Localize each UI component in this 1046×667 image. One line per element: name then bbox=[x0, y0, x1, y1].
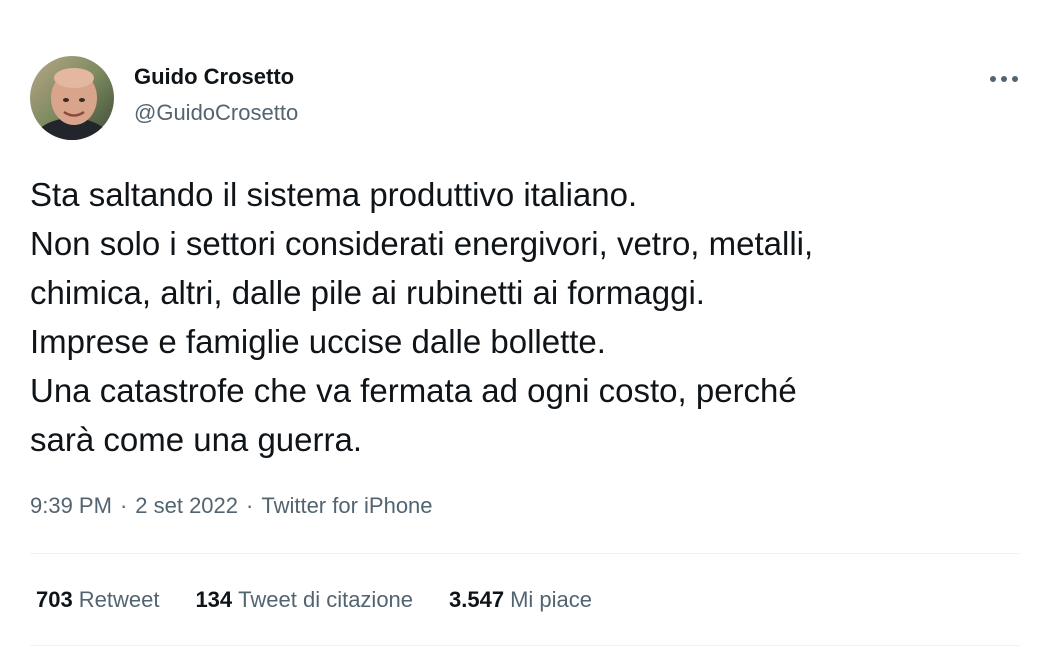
author-name[interactable]: Guido Crosetto bbox=[134, 64, 294, 90]
tweet-text-line: chimica, altri, dalle pile ai rubinetti … bbox=[30, 274, 705, 311]
retweets-count: 703 bbox=[36, 587, 73, 612]
retweets-stat[interactable]: 703 Retweet bbox=[36, 587, 159, 613]
likes-count: 3.547 bbox=[449, 587, 505, 612]
tweet-time[interactable]: 9:39 PM bbox=[30, 493, 112, 518]
avatar-image bbox=[30, 56, 114, 140]
tweet-text-line: Non solo i settori considerati energivor… bbox=[30, 225, 814, 262]
avatar[interactable] bbox=[30, 56, 114, 140]
divider bbox=[30, 645, 1020, 646]
tweet-card: Guido Crosetto @GuidoCrosetto Sta saltan… bbox=[0, 0, 1046, 667]
more-horizontal-icon bbox=[990, 76, 1018, 82]
tweet-source[interactable]: Twitter for iPhone bbox=[261, 493, 432, 518]
meta-separator: · bbox=[119, 493, 128, 518]
quotes-label: Tweet di citazione bbox=[238, 587, 414, 612]
meta-separator: · bbox=[246, 493, 254, 518]
tweet-text: Sta saltando il sistema produttivo itali… bbox=[30, 170, 1020, 464]
likes-label: Mi piace bbox=[510, 587, 593, 612]
quotes-stat[interactable]: 134 Tweet di citazione bbox=[195, 587, 413, 613]
tweet-text-line: Imprese e famiglie uccise dalle bollette… bbox=[30, 323, 606, 360]
tweet-text-line: sarà come una guerra. bbox=[30, 421, 363, 458]
tweet-stats: 703 Retweet 134 Tweet di citazione 3.547 Mi… bbox=[36, 587, 592, 613]
tweet-text-line: Sta saltando il sistema produttivo itali… bbox=[30, 176, 638, 213]
likes-stat[interactable]: 3.547 Mi piace bbox=[449, 587, 592, 613]
tweet-date[interactable]: 2 set 2022 bbox=[135, 493, 238, 518]
tweet-text-line: Una catastrofe che va fermata ad ogni co… bbox=[30, 372, 797, 409]
divider bbox=[30, 553, 1020, 554]
quotes-count: 134 bbox=[195, 587, 233, 612]
author-handle[interactable]: @GuidoCrosetto bbox=[134, 100, 298, 126]
tweet-metadata: 9:39 PM · 2 set 2022 · Twitter for iPhone bbox=[30, 493, 433, 519]
more-options-button[interactable] bbox=[982, 64, 1026, 94]
retweets-label: Retweet bbox=[78, 587, 160, 612]
